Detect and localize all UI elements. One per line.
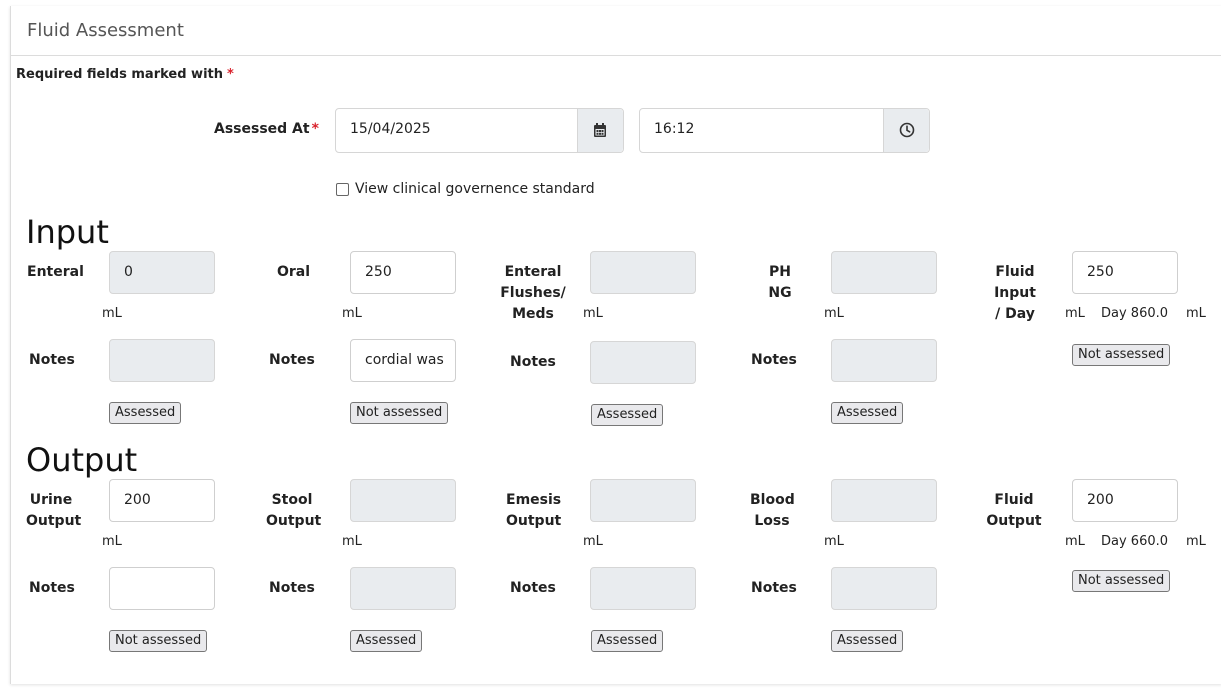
assessed-at-required-star: *	[311, 121, 319, 137]
flushes-status-button[interactable]: Assessed	[591, 404, 664, 426]
urine-output-label-line-2: Output	[26, 513, 82, 529]
urine-output-label: Urine Output	[26, 490, 82, 532]
fluid-input-label-line-2: Input	[994, 285, 1036, 301]
fluid-output-label-line-2: Output	[986, 513, 1042, 529]
oral-status-button[interactable]: Not assessed	[350, 402, 449, 424]
oral-unit: mL	[342, 306, 362, 321]
ph-ng-label-line-1: PH	[769, 264, 791, 280]
flushes-unit: mL	[583, 306, 603, 321]
assessed-at-label: Assessed At *	[214, 119, 319, 140]
blood-loss-input[interactable]	[831, 479, 937, 522]
clock-button[interactable]	[883, 109, 929, 152]
urine-output-unit: mL	[102, 534, 122, 549]
fluid-input-status-button[interactable]: Not assessed	[1072, 344, 1171, 366]
enteral-notes-input[interactable]	[109, 339, 215, 382]
fluid-output-unit: mL	[1065, 534, 1085, 549]
flushes-label-line-2: Flushes/	[500, 285, 566, 301]
governance-checkbox[interactable]	[336, 183, 349, 196]
enteral-notes-label: Notes	[29, 352, 75, 368]
ph-ng-unit: mL	[824, 306, 844, 321]
required-star: *	[227, 67, 234, 82]
panel-header: Fluid Assessment	[11, 6, 1221, 56]
flushes-label-line-1: Enteral	[504, 264, 562, 280]
emesis-output-label: Emesis Output	[506, 490, 562, 532]
oral-label: Oral	[276, 264, 310, 280]
enteral-label: Enteral	[27, 264, 84, 280]
time-value: 16:12	[654, 121, 695, 137]
emesis-output-input[interactable]	[590, 479, 696, 522]
stool-output-label: Stool Output	[266, 490, 322, 532]
urine-output-label-line-1: Urine	[29, 492, 73, 508]
calendar-button[interactable]	[577, 109, 623, 152]
blood-loss-unit: mL	[824, 534, 844, 549]
blood-loss-label-line-1: Blood	[750, 492, 795, 508]
fluid-input-label-line-1: Fluid	[995, 264, 1035, 280]
output-heading: Output	[26, 441, 138, 479]
time-input[interactable]: 16:12	[639, 108, 930, 153]
fluid-output-label: Fluid Output	[986, 490, 1042, 532]
fluid-output-status-button[interactable]: Not assessed	[1072, 570, 1171, 592]
fluid-input-label: Fluid Input / Day	[990, 262, 1040, 325]
blood-status-button[interactable]: Assessed	[831, 630, 904, 652]
ph-ng-label-line-2: NG	[768, 285, 792, 301]
stool-notes-input[interactable]	[350, 567, 456, 610]
ph-ng-notes-input[interactable]	[831, 339, 937, 382]
fluid-input-total[interactable]: 250	[1072, 251, 1178, 294]
ph-ng-notes-label: Notes	[751, 352, 797, 368]
emesis-output-label-line-2: Output	[506, 513, 562, 529]
ph-ng-status-button[interactable]: Assessed	[831, 402, 904, 424]
fluid-output-label-line-1: Fluid	[994, 492, 1034, 508]
fluid-output-day-unit: mL	[1186, 534, 1206, 549]
fluid-input-day-unit: mL	[1186, 306, 1206, 321]
stool-notes-label: Notes	[269, 580, 315, 596]
clock-icon	[899, 122, 915, 138]
ph-ng-label: PH NG	[760, 262, 800, 304]
oral-notes-input[interactable]: cordial was	[350, 339, 456, 382]
stool-output-unit: mL	[342, 534, 362, 549]
blood-notes-label: Notes	[751, 580, 797, 596]
blood-notes-input[interactable]	[831, 567, 937, 610]
stool-output-input[interactable]	[350, 479, 456, 522]
assessed-at-label-text: Assessed At	[214, 121, 310, 137]
enteral-unit: mL	[102, 306, 122, 321]
stool-status-button[interactable]: Assessed	[350, 630, 423, 652]
urine-status-button[interactable]: Not assessed	[109, 630, 208, 652]
emesis-output-label-line-1: Emesis	[506, 492, 562, 508]
required-note-text: Required fields marked with	[16, 67, 223, 82]
required-note: Required fields marked with *	[16, 67, 234, 82]
fluid-input-day-total: Day 860.0	[1101, 306, 1169, 321]
enteral-status-button[interactable]: Assessed	[109, 402, 182, 424]
calendar-icon	[594, 123, 606, 137]
flushes-label-line-3: Meds	[512, 306, 554, 322]
emesis-notes-input[interactable]	[590, 567, 696, 610]
ph-ng-input[interactable]	[831, 251, 937, 294]
stool-output-label-line-1: Stool	[271, 492, 313, 508]
fluid-input-label-line-3: / Day	[995, 306, 1035, 322]
governance-checkbox-label[interactable]: View clinical governence standard	[355, 181, 595, 197]
emesis-notes-label: Notes	[510, 580, 556, 596]
urine-output-input[interactable]: 200	[109, 479, 215, 522]
flushes-notes-input[interactable]	[590, 341, 696, 384]
emesis-output-unit: mL	[583, 534, 603, 549]
enteral-input[interactable]: 0	[109, 251, 215, 294]
urine-notes-input[interactable]	[109, 567, 215, 610]
oral-notes-label: Notes	[269, 352, 315, 368]
flushes-label: Enteral Flushes/ Meds	[500, 262, 566, 325]
blood-loss-label: Blood Loss	[750, 490, 795, 532]
oral-input[interactable]: 250	[350, 251, 456, 294]
stool-output-label-line-2: Output	[266, 513, 322, 529]
fluid-input-unit: mL	[1065, 306, 1085, 321]
flushes-notes-label: Notes	[510, 354, 556, 370]
fluid-output-day-total: Day 660.0	[1101, 534, 1169, 549]
flushes-input[interactable]	[590, 251, 696, 294]
emesis-status-button[interactable]: Assessed	[591, 630, 664, 652]
blood-loss-label-line-2: Loss	[754, 513, 790, 529]
fluid-output-total[interactable]: 200	[1072, 479, 1178, 522]
urine-notes-label: Notes	[29, 580, 75, 596]
date-value: 15/04/2025	[350, 121, 431, 137]
date-input[interactable]: 15/04/2025	[335, 108, 624, 153]
input-heading: Input	[26, 213, 109, 251]
page-title: Fluid Assessment	[27, 20, 184, 41]
